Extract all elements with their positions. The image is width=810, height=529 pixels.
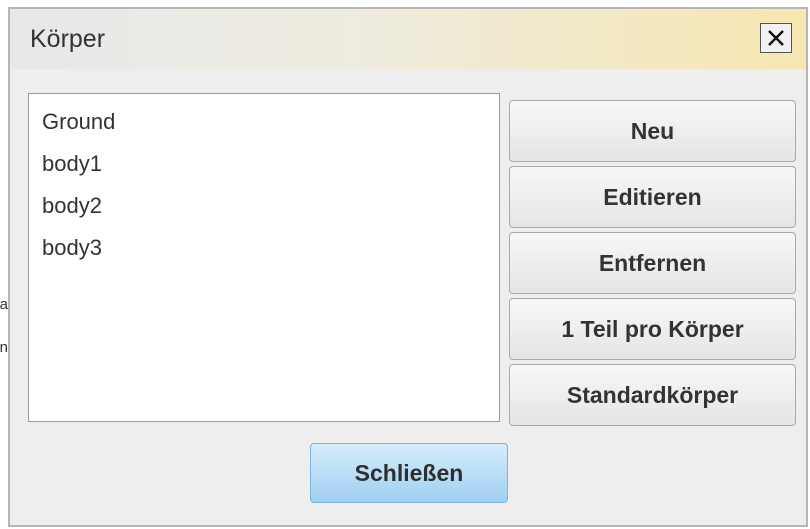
- list-item[interactable]: body3: [42, 228, 102, 268]
- list-item[interactable]: body1: [42, 144, 102, 184]
- background-text-fragment: a: [0, 298, 8, 312]
- standard-body-button[interactable]: Standardkörper: [509, 364, 796, 426]
- title-bar[interactable]: Körper: [10, 9, 806, 69]
- remove-button[interactable]: Entfernen: [509, 232, 796, 294]
- list-item[interactable]: body2: [42, 186, 102, 226]
- list-item[interactable]: Ground: [42, 102, 115, 142]
- close-icon: [768, 30, 784, 46]
- new-button[interactable]: Neu: [509, 100, 796, 162]
- close-window-button[interactable]: [760, 23, 792, 53]
- close-button[interactable]: Schließen: [310, 443, 508, 503]
- one-part-per-body-button[interactable]: 1 Teil pro Körper: [509, 298, 796, 360]
- edit-button[interactable]: Editieren: [509, 166, 796, 228]
- background-text-fragment: n: [0, 341, 8, 355]
- bodies-list[interactable]: Ground body1 body2 body3: [28, 93, 500, 422]
- dialog-title: Körper: [30, 25, 106, 53]
- bodies-dialog: Körper Ground body1 body2 body3 Neu Edit…: [8, 7, 808, 527]
